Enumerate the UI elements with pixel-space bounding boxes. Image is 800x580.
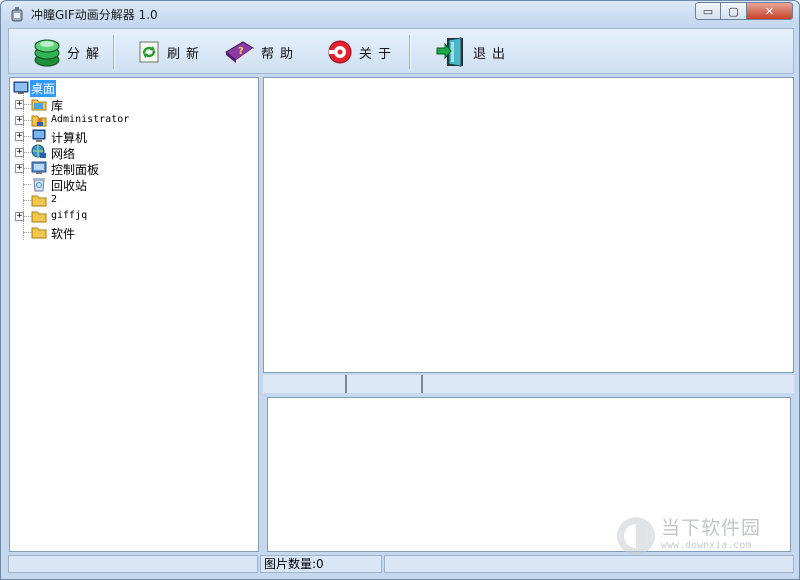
app-window: 冲瞳GIF动画分解器 1.0 ▭ ▢ ✕ 分解 刷新 ? 帮助 关于 退出 桌面… — [0, 0, 800, 580]
about-button[interactable]: 关于 — [327, 35, 397, 69]
network-icon — [31, 144, 46, 158]
tree-label: giffjq — [51, 210, 88, 221]
tree-item-giffjq[interactable]: + giffjq — [10, 208, 250, 224]
expand-icon[interactable]: + — [15, 164, 24, 173]
help-book-icon: ? — [225, 41, 254, 63]
about-disc-icon — [328, 40, 352, 64]
caption-buttons: ▭ ▢ ✕ — [695, 2, 793, 20]
tree-item-computer[interactable]: + 计算机 — [10, 128, 250, 145]
maximize-button[interactable]: ▢ — [721, 2, 747, 20]
minimize-button[interactable]: ▭ — [695, 2, 721, 20]
decompose-label: 分解 — [67, 46, 106, 62]
title-bar[interactable]: 冲瞳GIF动画分解器 1.0 ▭ ▢ ✕ — [1, 1, 799, 27]
close-button[interactable]: ✕ — [747, 2, 793, 20]
tree-item-software[interactable]: 软件 — [10, 224, 250, 241]
window-title: 冲瞳GIF动画分解器 1.0 — [31, 8, 158, 22]
tree-item-control-panel[interactable]: + 控制面板 — [10, 160, 250, 177]
app-icon — [11, 7, 23, 22]
folder-icon — [31, 211, 47, 223]
expand-icon[interactable]: + — [15, 116, 24, 125]
close-icon: ✕ — [764, 4, 775, 18]
folder-tree[interactable]: 桌面 + 库 + Administrator + 计算机 + 网络 + 控制面板… — [9, 77, 259, 552]
folder-icon — [31, 227, 47, 239]
tree-item-library[interactable]: + 库 — [10, 96, 250, 113]
tree-label-desktop: 桌面 — [30, 80, 57, 97]
tree-item-desktop[interactable]: 桌面 — [10, 80, 250, 97]
watermark-logo-icon — [617, 517, 655, 555]
user-folder-icon — [31, 115, 47, 127]
exit-button[interactable]: 退出 — [435, 35, 511, 69]
toolbar-separator — [113, 35, 115, 69]
expand-icon[interactable]: + — [15, 132, 24, 141]
tree-item-folder-2[interactable]: 2 — [10, 192, 250, 208]
exit-label: 退出 — [473, 46, 512, 62]
computer-icon — [32, 129, 46, 142]
exit-door-icon — [436, 37, 463, 67]
recycle-bin-icon — [33, 178, 45, 192]
gif-preview-pane[interactable] — [263, 77, 794, 373]
expand-icon[interactable]: + — [15, 212, 24, 221]
about-label: 关于 — [359, 46, 398, 62]
folder-icon — [31, 195, 47, 207]
frame-tabs — [263, 375, 794, 393]
layers-icon — [34, 39, 60, 67]
refresh-icon — [139, 41, 159, 63]
decompose-button[interactable]: 分解 — [33, 35, 105, 69]
tree-item-network[interactable]: + 网络 — [10, 144, 250, 161]
svg-text:?: ? — [238, 46, 244, 57]
tree-label: 2 — [51, 194, 58, 205]
help-button[interactable]: ? 帮助 — [223, 35, 299, 69]
tree-label: 软件 — [51, 227, 76, 241]
tab-1[interactable] — [263, 375, 347, 393]
frame-count-status: 图片数量:0 — [260, 555, 382, 573]
toolbar-separator — [409, 35, 411, 69]
minimize-icon: ▭ — [702, 4, 714, 18]
library-folder-icon — [31, 99, 47, 111]
tree-item-recycle-bin[interactable]: 回收站 — [10, 176, 250, 193]
control-panel-icon — [31, 161, 47, 174]
watermark-text: 当下软件园 — [661, 517, 762, 539]
desktop-icon — [13, 81, 29, 94]
expand-icon[interactable]: + — [15, 148, 24, 157]
toolbar: 分解 刷新 ? 帮助 关于 退出 — [8, 28, 794, 74]
maximize-icon: ▢ — [728, 4, 739, 18]
watermark-url: www.downxia.com — [661, 540, 752, 551]
refresh-button[interactable]: 刷新 — [137, 35, 205, 69]
watermark: 当下软件园 www.downxia.com — [613, 513, 793, 559]
refresh-label: 刷新 — [167, 46, 206, 62]
tree-label: Administrator — [51, 114, 130, 125]
tree-item-administrator[interactable]: + Administrator — [10, 112, 250, 128]
tab-2[interactable] — [347, 375, 423, 393]
expand-icon[interactable]: + — [15, 100, 24, 109]
help-label: 帮助 — [261, 46, 300, 62]
status-cell-left — [8, 555, 258, 573]
